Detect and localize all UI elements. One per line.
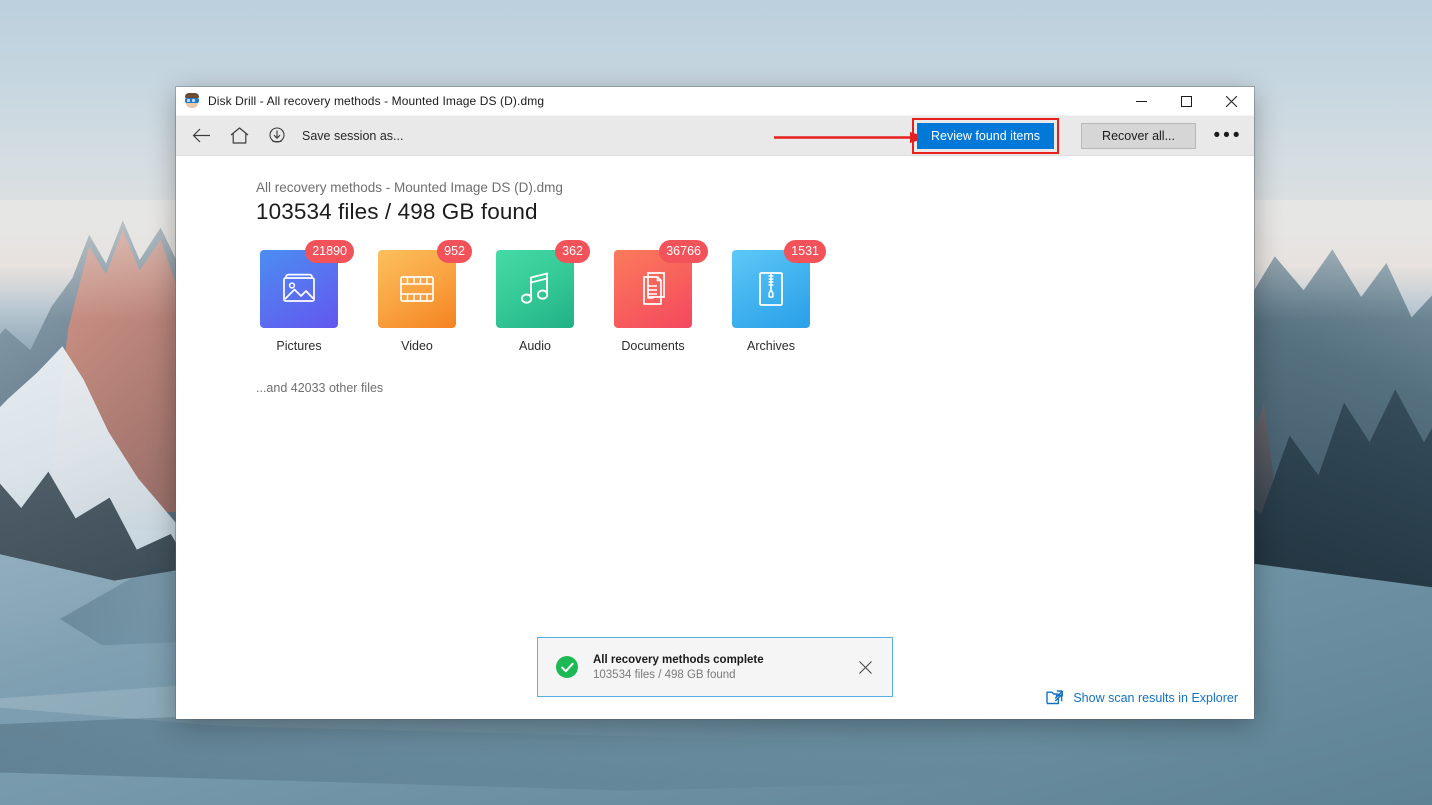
category-tile-pictures[interactable]: 21890 Pictures [260, 250, 338, 353]
scan-results-panel: All recovery methods - Mounted Image DS … [176, 156, 1254, 719]
open-in-explorer-icon [1046, 690, 1063, 705]
recover-all-button[interactable]: Recover all... [1081, 123, 1196, 149]
window-title: Disk Drill - All recovery methods - Moun… [208, 94, 544, 108]
more-options-icon[interactable]: ••• [1206, 116, 1250, 156]
review-found-items-button[interactable]: Review found items [917, 123, 1054, 149]
toast-close-icon[interactable] [854, 656, 876, 678]
show-scan-results-in-explorer-link[interactable]: Show scan results in Explorer [1046, 690, 1238, 705]
window-controls [1119, 87, 1254, 116]
archives-count-badge: 1531 [784, 240, 826, 263]
save-session-as-button[interactable]: Save session as... [302, 129, 403, 143]
category-tile-audio[interactable]: 362 Audio [496, 250, 574, 353]
close-icon[interactable] [1209, 87, 1254, 116]
toast-subtitle: 103534 files / 498 GB found [593, 669, 764, 681]
disk-drill-mascot-icon [184, 93, 200, 109]
desktop-wallpaper: Disk Drill - All recovery methods - Moun… [0, 0, 1432, 805]
toast-title: All recovery methods complete [593, 654, 764, 666]
audio-label: Audio [496, 339, 574, 353]
toast-texts: All recovery methods complete 103534 fil… [593, 654, 764, 681]
back-arrow-icon[interactable] [184, 119, 218, 153]
audio-count-badge: 362 [555, 240, 590, 263]
picture-icon [279, 272, 319, 306]
category-tiles: 21890 Pictures 952 Video [256, 250, 1254, 353]
home-icon[interactable] [222, 119, 256, 153]
music-note-icon [518, 271, 552, 307]
archives-label: Archives [732, 339, 810, 353]
film-icon [398, 273, 436, 305]
scan-complete-toast: All recovery methods complete 103534 fil… [537, 637, 893, 697]
disk-drill-window: Disk Drill - All recovery methods - Moun… [176, 87, 1254, 719]
video-count-badge: 952 [437, 240, 472, 263]
documents-count-badge: 36766 [659, 240, 708, 263]
toolbar-actions: Review found items Recover all... ••• [912, 116, 1254, 156]
documents-icon [635, 270, 671, 308]
video-label: Video [378, 339, 456, 353]
toolbar: Save session as... Review found items Re… [176, 116, 1254, 156]
category-tile-archives[interactable]: 1531 Archives [732, 250, 810, 353]
review-found-items-highlight: Review found items [912, 118, 1059, 154]
minimize-icon[interactable] [1119, 87, 1164, 116]
scan-source-label: All recovery methods - Mounted Image DS … [256, 180, 1254, 195]
category-tile-video[interactable]: 952 Video [378, 250, 456, 353]
other-files-label: ...and 42033 other files [256, 381, 1254, 395]
title-bar[interactable]: Disk Drill - All recovery methods - Moun… [176, 87, 1254, 116]
category-tile-documents[interactable]: 36766 Documents [614, 250, 692, 353]
maximize-icon[interactable] [1164, 87, 1209, 116]
save-download-icon[interactable] [260, 119, 294, 153]
explorer-link-label: Show scan results in Explorer [1073, 691, 1238, 705]
archive-zip-icon [756, 270, 786, 308]
pictures-count-badge: 21890 [305, 240, 354, 263]
documents-label: Documents [614, 339, 692, 353]
pictures-label: Pictures [260, 339, 338, 353]
success-check-icon [556, 656, 578, 678]
scan-summary-heading: 103534 files / 498 GB found [256, 199, 1254, 225]
red-annotation-arrow [774, 132, 928, 143]
